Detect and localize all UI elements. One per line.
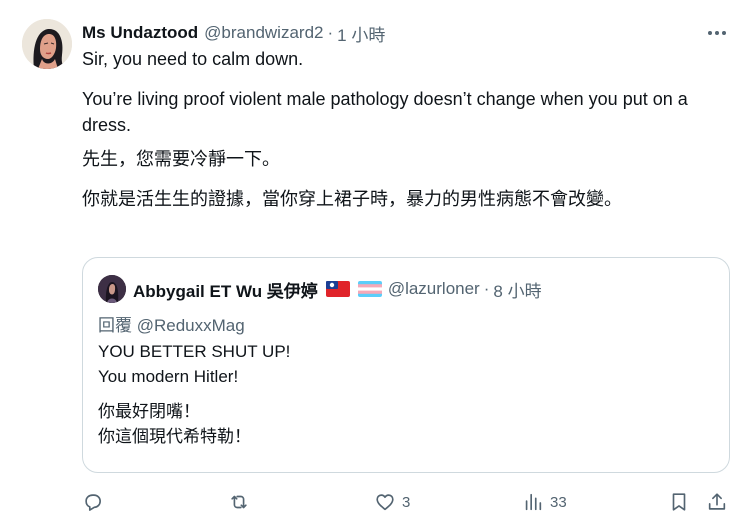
quoted-text-line: 你最好閉嘴！ bbox=[98, 402, 200, 421]
tweet-header: Ms Undaztood @brandwizard2 · 1 小時 bbox=[82, 21, 385, 46]
like-button[interactable]: 3 bbox=[374, 488, 410, 516]
author-handle[interactable]: @brandwizard2 bbox=[204, 23, 323, 43]
quoted-tweet[interactable]: Abbygail ET Wu 吳伊婷 @lazurloner · 8 小時 回覆… bbox=[82, 257, 730, 473]
views-icon bbox=[525, 493, 542, 511]
tweet: Ms Undaztood @brandwizard2 · 1 小時 Sir, y… bbox=[0, 0, 749, 523]
separator-dot: · bbox=[483, 279, 490, 298]
reply-icon bbox=[85, 494, 101, 511]
quoted-author-avatar[interactable] bbox=[98, 275, 126, 303]
tweet-text-line: Sir, you need to calm down. bbox=[82, 49, 304, 69]
separator-dot: · bbox=[327, 23, 334, 42]
bookmark-button[interactable] bbox=[668, 488, 690, 516]
retweet-button[interactable] bbox=[228, 488, 250, 516]
views-count: 33 bbox=[550, 493, 567, 511]
quoted-tweet-text: YOU BETTER SHUT UP! You modern Hitler! 你… bbox=[98, 339, 698, 449]
quoted-text-line: YOU BETTER SHUT UP! bbox=[98, 342, 291, 361]
quoted-timestamp[interactable]: 8 小時 bbox=[493, 277, 541, 302]
tweet-text-line: You’re living proof violent male patholo… bbox=[82, 89, 688, 135]
retweet-icon bbox=[231, 495, 247, 509]
quoted-tweet-header: Abbygail ET Wu 吳伊婷 @lazurloner · 8 小時 bbox=[133, 277, 542, 301]
views-button[interactable]: 33 bbox=[522, 488, 567, 516]
timestamp[interactable]: 1 小時 bbox=[337, 21, 385, 46]
tweet-text-line: 你就是活生生的證據，當你穿上裙子時，暴力的男性病態不會改變。 bbox=[82, 189, 622, 209]
tweet-text: Sir, you need to calm down. You’re livin… bbox=[82, 46, 732, 212]
transgender-flag-icon bbox=[357, 281, 382, 297]
share-icon bbox=[708, 493, 726, 510]
replying-to: 回覆 @ReduxxMag bbox=[98, 311, 245, 336]
bookmark-icon bbox=[672, 493, 686, 511]
more-icon[interactable] bbox=[704, 22, 730, 44]
like-count: 3 bbox=[402, 493, 411, 511]
heart-icon bbox=[376, 494, 394, 511]
quoted-author-name[interactable]: Abbygail ET Wu 吳伊婷 bbox=[133, 277, 318, 302]
author-name[interactable]: Ms Undaztood bbox=[82, 23, 198, 43]
author-avatar[interactable] bbox=[22, 19, 72, 69]
reply-to-handle[interactable]: @ReduxxMag bbox=[137, 316, 245, 335]
tweet-text-line: 先生，您需要冷靜一下。 bbox=[82, 149, 280, 169]
share-button[interactable] bbox=[706, 488, 728, 516]
reply-prefix: 回覆 bbox=[98, 316, 132, 335]
taiwan-flag-icon bbox=[325, 281, 350, 297]
reply-button[interactable] bbox=[82, 488, 104, 516]
quoted-text-line: 你這個現代希特勒！ bbox=[98, 427, 251, 446]
action-bar: 3 33 bbox=[82, 488, 732, 516]
quoted-text-line: You modern Hitler! bbox=[98, 367, 239, 386]
quoted-author-handle[interactable]: @lazurloner bbox=[388, 279, 480, 299]
